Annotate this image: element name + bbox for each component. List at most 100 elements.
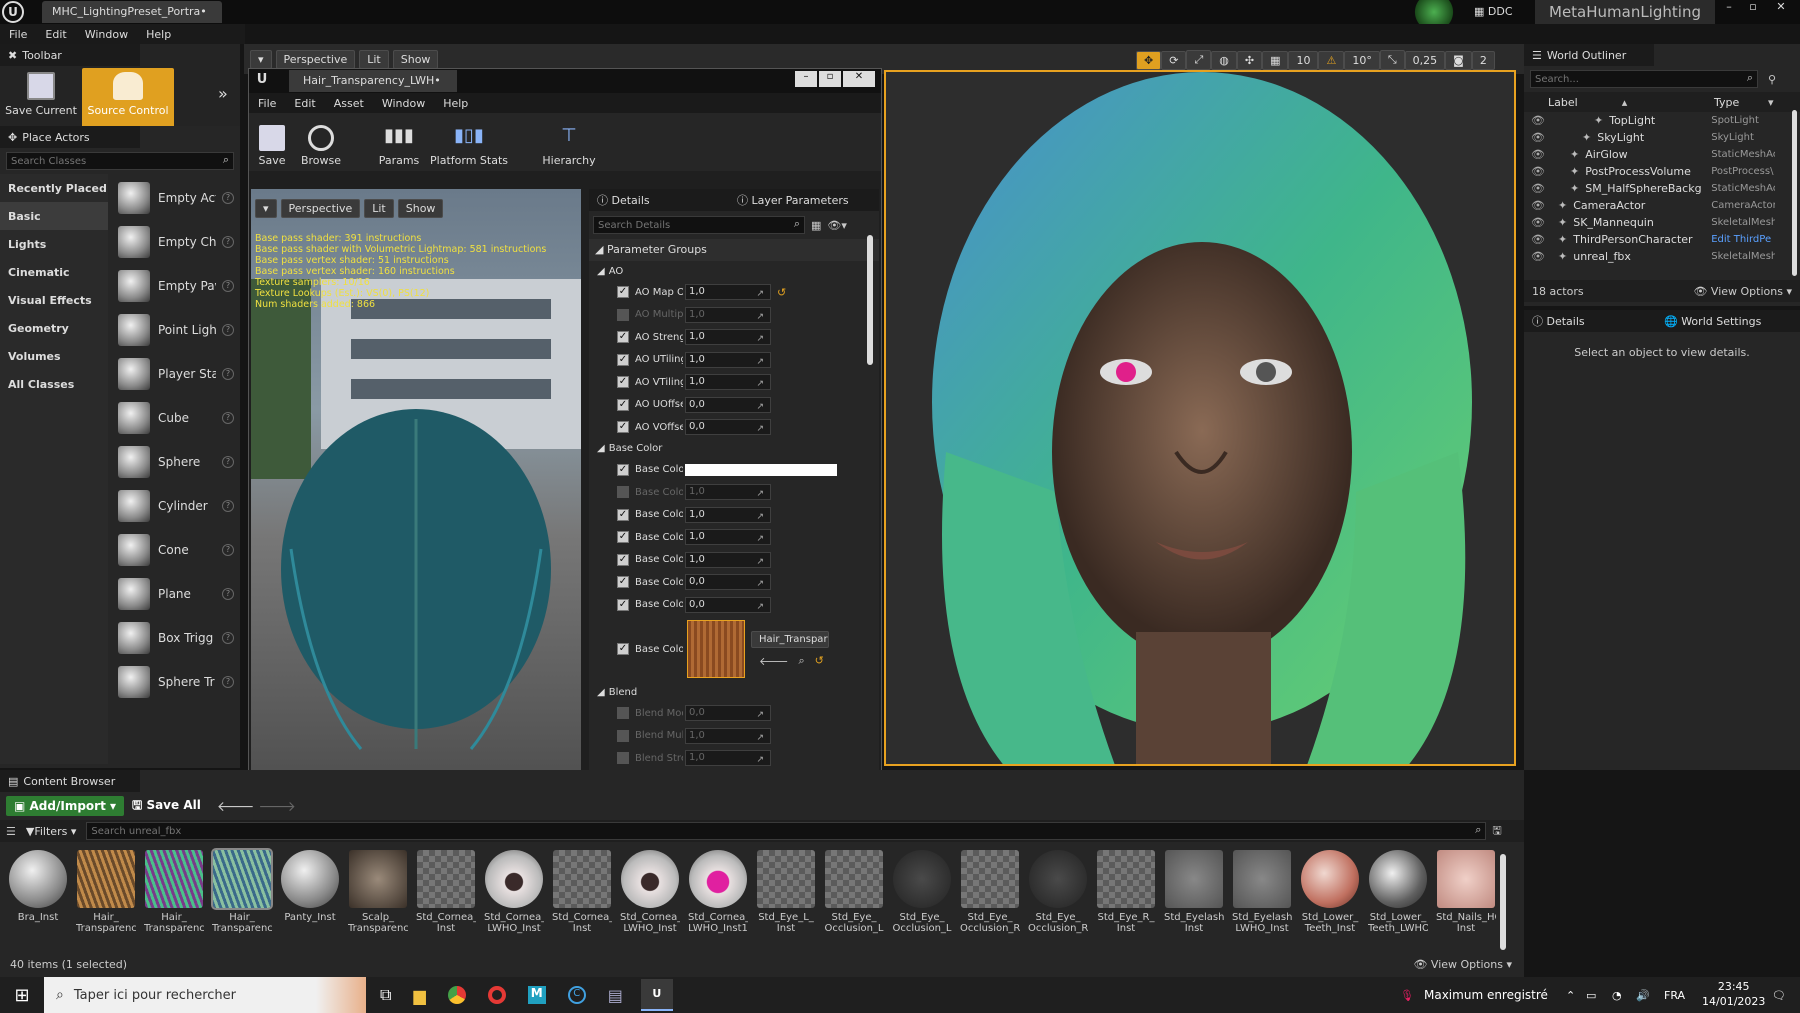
param-checkbox[interactable] — [617, 752, 629, 765]
content-search-input[interactable] — [87, 823, 1388, 839]
camera-speed-value[interactable]: 2 — [1471, 50, 1495, 70]
actor-item[interactable]: Cylinder? — [108, 484, 240, 528]
param-value-input[interactable]: 1,0 ↗ — [685, 351, 771, 368]
asset-tile[interactable]: Scalp_ Transparency — [348, 850, 408, 936]
outliner-scrollbar[interactable] — [1792, 110, 1797, 276]
asset-tile[interactable]: Std_Eye_ Occlusion_R — [1028, 850, 1088, 936]
help-icon[interactable]: ? — [222, 500, 234, 512]
help-icon[interactable]: ? — [222, 632, 234, 644]
outliner-row[interactable]: 👁 ✦ SkyLight SkyLight — [1524, 129, 1800, 146]
save-all-button[interactable]: 🖫 Save All — [132, 796, 201, 817]
minimize-button[interactable]: – — [1718, 0, 1740, 16]
help-icon[interactable]: ? — [222, 368, 234, 380]
param-value-input[interactable]: 1,0 ↗ — [685, 750, 771, 767]
outliner-row[interactable]: 👁 ✦ SK_Mannequin SkeletalMesh — [1524, 214, 1800, 231]
category-visual-effects[interactable]: Visual Effects — [0, 286, 108, 314]
viewport-show-button[interactable]: Show — [392, 50, 439, 69]
color-swatch[interactable] — [685, 463, 837, 476]
content-view-options[interactable]: 👁 View Options ▾ — [1413, 958, 1512, 971]
param-checkbox[interactable]: ✓ — [617, 598, 629, 611]
hierarchy-button[interactable]: ⊤ Hierarchy — [529, 125, 609, 167]
save-search-icon[interactable]: 🖫 — [1492, 822, 1501, 841]
level-tab[interactable]: MHC_LightingPreset_Portra• — [42, 1, 222, 23]
category-lights[interactable]: Lights — [0, 230, 108, 258]
clock[interactable]: 23:45 14/01/2023 — [1702, 979, 1765, 1009]
rotation-snap-value[interactable]: 10° — [1344, 50, 1380, 70]
asset-tile[interactable]: Std_Eye_ Occlusion_R — [960, 850, 1020, 936]
place-actors-tab[interactable]: ✥ Place Actors — [0, 126, 140, 148]
task-view-icon[interactable]: ⧉ — [380, 985, 391, 1005]
forward-arrow-icon[interactable]: 🡒 — [258, 798, 296, 815]
add-filter-icon[interactable]: ⚲ — [1768, 73, 1776, 86]
asset-tile[interactable]: Std_Lower_ Teeth_Inst — [1300, 850, 1360, 936]
visibility-eye-icon[interactable]: 👁 — [1530, 199, 1546, 212]
save-current-button[interactable]: Save Current — [4, 70, 78, 128]
details-tab[interactable]: ⓘ Details — [589, 192, 729, 208]
menu-window[interactable]: Window — [85, 28, 128, 41]
section-base-color[interactable]: ◢ Base Color — [589, 439, 879, 459]
camera-speed-icon[interactable]: ◙ — [1445, 50, 1472, 70]
toolbar-tab[interactable]: ✖ Toolbar — [0, 44, 140, 66]
params-button[interactable]: ▮▮▮ Params — [369, 125, 429, 167]
asset-tile[interactable]: Std_Eye_L_ Inst — [756, 850, 816, 936]
visibility-eye-icon[interactable]: 👁 — [1530, 131, 1546, 144]
reset-icon[interactable]: ↺ — [815, 654, 824, 667]
category-basic[interactable]: Basic — [0, 202, 108, 230]
actor-item[interactable]: Sphere? — [108, 440, 240, 484]
help-icon[interactable]: ? — [222, 236, 234, 248]
menu-edit[interactable]: Edit — [45, 28, 66, 41]
help-icon[interactable]: ? — [222, 280, 234, 292]
actor-item[interactable]: Empty Pav? — [108, 264, 240, 308]
outliner-row[interactable]: 👁 ✦ CameraActor CameraActor — [1524, 197, 1800, 214]
asset-grid-scrollbar[interactable] — [1500, 854, 1506, 950]
help-icon[interactable]: ? — [222, 588, 234, 600]
param-value-input[interactable]: 1,0 ↗ — [685, 551, 771, 568]
back-arrow-icon[interactable]: 🡐 — [217, 798, 255, 815]
use-selected-icon[interactable]: 🡐 — [759, 654, 789, 668]
asset-tile[interactable]: Bra_Inst — [8, 850, 68, 936]
param-checkbox[interactable]: ✓ — [617, 531, 629, 544]
language-indicator[interactable]: FRA — [1664, 989, 1685, 1002]
scale-snap-value[interactable]: 0,25 — [1404, 50, 1446, 70]
help-icon[interactable]: ? — [222, 324, 234, 336]
asset-tile[interactable]: Std_Eye_ Occlusion_L — [824, 850, 884, 936]
grid-snap-icon[interactable]: ▦ — [1262, 50, 1289, 70]
category-geometry[interactable]: Geometry — [0, 314, 108, 342]
details-search-input[interactable] — [594, 217, 774, 233]
show-hidden-icons[interactable]: ⌃ — [1566, 989, 1575, 1002]
unreal-taskbar-icon[interactable]: U — [640, 979, 673, 1011]
metahuman-app-icon[interactable]: M — [527, 986, 546, 1004]
search-classes-input[interactable] — [7, 153, 207, 169]
param-checkbox[interactable]: ✓ — [617, 463, 629, 476]
param-checkbox[interactable]: ✓ — [617, 286, 629, 299]
source-control-button[interactable]: Source Control — [82, 68, 174, 128]
actor-item[interactable]: Empty Act? — [108, 176, 240, 220]
column-label[interactable]: Label — [1548, 96, 1578, 109]
param-checkbox[interactable] — [617, 486, 629, 499]
parameter-groups-header[interactable]: ◢ Parameter Groups — [589, 239, 879, 261]
visibility-eye-icon[interactable]: 👁 — [1530, 148, 1546, 161]
category-volumes[interactable]: Volumes — [0, 342, 108, 370]
param-checkbox[interactable]: ✓ — [617, 398, 629, 411]
chrome-icon[interactable] — [447, 986, 466, 1004]
outliner-row[interactable]: 👁 ✦ PostProcessVolume PostProcess\ — [1524, 163, 1800, 180]
outliner-row[interactable]: 👁 ✦ ThirdPersonCharacter Edit ThirdPe — [1524, 231, 1800, 248]
param-checkbox[interactable]: ✓ — [617, 553, 629, 566]
texture-asset-dropdown[interactable]: Hair_Transpar — [751, 630, 829, 648]
param-checkbox[interactable]: ✓ — [617, 421, 629, 434]
texture-thumbnail[interactable] — [687, 620, 745, 678]
asset-tile[interactable]: Std_Lower_ Teeth_LWHO — [1368, 850, 1428, 936]
column-type[interactable]: Type — [1714, 96, 1739, 109]
outliner-search-input[interactable] — [1531, 71, 1731, 87]
viewport-options-button[interactable]: ▾ — [250, 50, 272, 69]
asset-tile[interactable]: Std_Eyelash_ LWHO_Inst — [1232, 850, 1292, 936]
outliner-row[interactable]: 👁 ✦ SM_HalfSphereBackg StaticMeshAc — [1524, 180, 1800, 197]
windows-start-icon[interactable]: ⊞ — [0, 985, 44, 1006]
param-checkbox[interactable] — [617, 308, 629, 321]
visibility-eye-icon[interactable]: 👁 — [1530, 216, 1546, 229]
actor-item[interactable]: Empty Cha? — [108, 220, 240, 264]
help-icon[interactable]: ? — [222, 676, 234, 688]
preview-show-button[interactable]: Show — [397, 199, 444, 218]
actor-item[interactable]: Cone? — [108, 528, 240, 572]
help-icon[interactable]: ? — [222, 412, 234, 424]
